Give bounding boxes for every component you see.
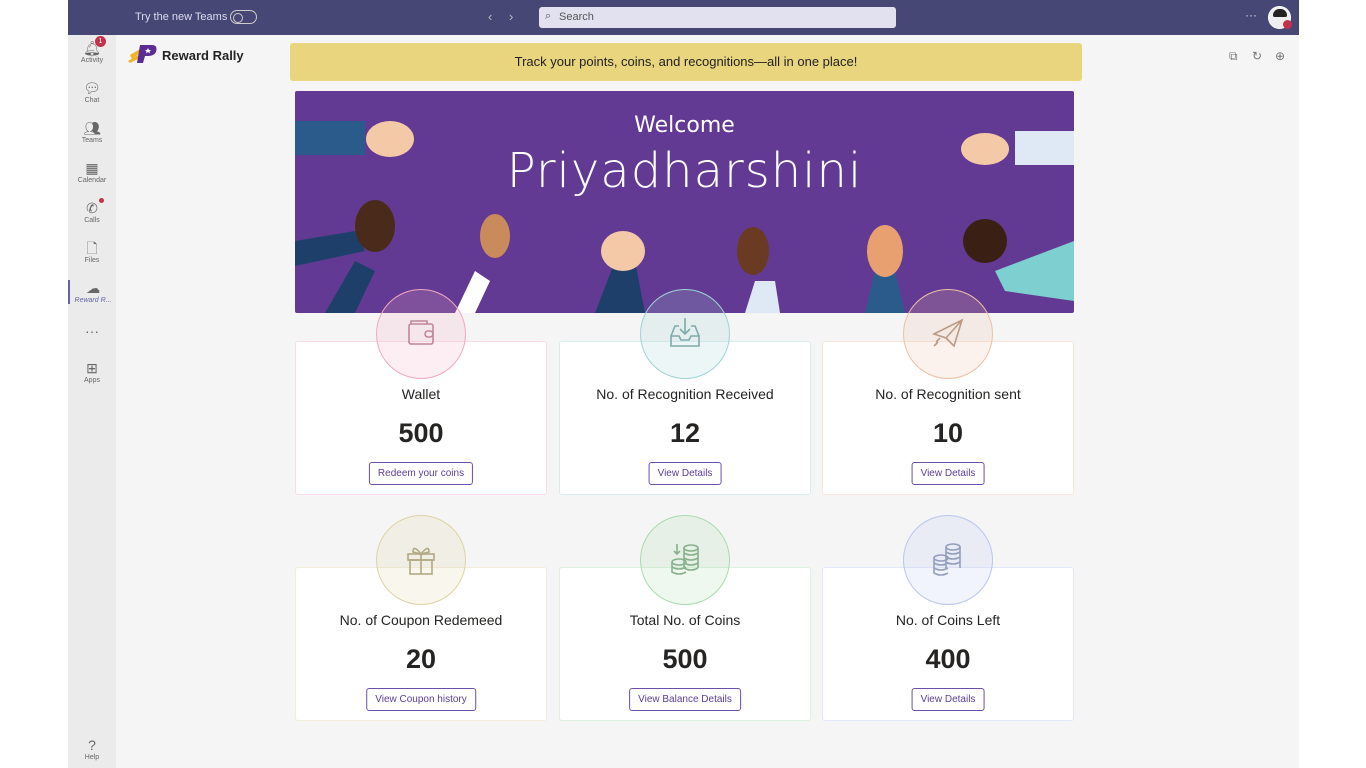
card-value: 500 <box>662 644 708 674</box>
rail-item-teams[interactable]: 👥︎ Teams <box>68 120 116 144</box>
rail-item-reward-r[interactable]: ☁ Reward R... <box>68 280 116 304</box>
rail-item-calendar[interactable]: ▦ Calendar <box>68 160 116 184</box>
refresh-icon[interactable]: ↻ <box>1252 49 1262 63</box>
card-value: 12 <box>669 418 701 448</box>
teams-icon: 👥︎ <box>83 120 101 136</box>
bell-icon: 🔔︎ <box>83 40 101 56</box>
rail-item-apps[interactable]: ⊞ Apps <box>68 360 116 384</box>
app-title: Reward Rally <box>162 48 244 63</box>
card-value: 400 <box>925 644 971 674</box>
rail-item-chat[interactable]: 💬︎ Chat <box>68 80 116 104</box>
popout-icon[interactable]: ⧉ <box>1229 49 1238 64</box>
help-icon: ? <box>88 737 96 753</box>
search-placeholder: Search <box>559 11 594 23</box>
forward-button[interactable]: › <box>509 9 513 24</box>
wallet-icon-circle <box>376 289 466 379</box>
card-title: No. of Coupon Redemeed <box>339 612 503 628</box>
rail-label: Teams <box>81 137 103 144</box>
card-title: No. of Recognition sent <box>875 386 1021 402</box>
welcome-banner: Welcome Priyadharshini <box>295 91 1074 313</box>
welcome-text: Welcome <box>634 113 735 138</box>
paper-plane-icon-circle <box>903 289 993 379</box>
rail-item-more[interactable]: ··· <box>68 323 116 340</box>
more-options-button[interactable]: ··· <box>1245 8 1257 22</box>
coin-stack-icon <box>933 543 961 576</box>
notice-banner: Track your points, coins, and recognitio… <box>290 43 1082 81</box>
rail-item-calls[interactable]: ✆ Calls <box>68 198 116 224</box>
rail-item-activity[interactable]: 🔔︎ Activity 1 <box>68 36 116 64</box>
inbox-icon <box>670 318 700 347</box>
reward-rally-logo <box>128 45 157 63</box>
more-icon: ··· <box>85 323 99 339</box>
rail-label: Reward R... <box>74 297 112 304</box>
app-rail <box>68 35 116 768</box>
notification-badge: 1 <box>95 36 106 47</box>
file-icon: 🗋 <box>86 240 98 256</box>
card-value: 500 <box>398 418 444 448</box>
search-input[interactable]: ⌕ Search <box>539 7 896 28</box>
search-icon: ⌕ <box>545 10 552 22</box>
rail-item-help[interactable]: ? Help <box>68 737 116 761</box>
rail-label: Activity <box>80 57 104 64</box>
wallet-icon <box>408 320 434 345</box>
chat-icon: 💬︎ <box>83 80 101 96</box>
card-action-button[interactable]: View Coupon history <box>366 688 476 711</box>
rail-label: Files <box>84 257 100 264</box>
gift-icon <box>407 547 435 575</box>
inbox-icon-circle <box>640 289 730 379</box>
teams-window: Try the new Teams ‹ › ⌕ Search ··· Reward… <box>68 0 1299 768</box>
gift-icon-circle <box>376 515 466 605</box>
card-value: 10 <box>932 418 964 448</box>
rail-label: Apps <box>84 377 100 384</box>
card-title: Total No. of Coins <box>629 612 741 628</box>
phone-icon: ✆ <box>86 200 98 216</box>
new-teams-toggle[interactable] <box>230 10 257 24</box>
user-name: Priyadharshini <box>506 143 863 199</box>
coins-icon-circle <box>640 515 730 605</box>
coin-stack-icon-circle <box>903 515 993 605</box>
apps-icon: ⊞ <box>86 360 98 376</box>
card-title: No. of Recognition Received <box>596 386 774 402</box>
app-icon: ☁ <box>86 280 100 296</box>
rail-label: Calendar <box>77 177 107 184</box>
back-button[interactable]: ‹ <box>488 9 492 24</box>
top-bar: Try the new Teams ‹ › ⌕ Search ··· <box>68 0 1299 35</box>
rail-item-files[interactable]: 🗋 Files <box>68 240 116 264</box>
globe-icon[interactable]: ⊕ <box>1275 49 1285 63</box>
rail-label: Chat <box>84 97 100 104</box>
try-new-teams-label: Try the new Teams <box>135 11 228 23</box>
rail-label: Help <box>84 754 100 761</box>
card-action-button[interactable]: View Details <box>911 462 985 485</box>
card-action-button[interactable]: View Balance Details <box>629 688 741 711</box>
rail-label: Calls <box>84 217 100 224</box>
coins-icon <box>671 544 699 575</box>
missed-call-dot <box>99 198 104 203</box>
card-title: No. of Coins Left <box>895 612 1001 628</box>
card-action-button[interactable]: Redeem your coins <box>368 462 474 485</box>
avatar[interactable] <box>1268 6 1292 29</box>
paper-plane-icon <box>931 318 964 348</box>
calendar-icon: ▦ <box>85 160 99 176</box>
card-action-button[interactable]: View Details <box>911 688 985 711</box>
card-value: 20 <box>405 644 437 674</box>
card-action-button[interactable]: View Details <box>648 462 722 485</box>
card-title: Wallet <box>401 386 441 402</box>
